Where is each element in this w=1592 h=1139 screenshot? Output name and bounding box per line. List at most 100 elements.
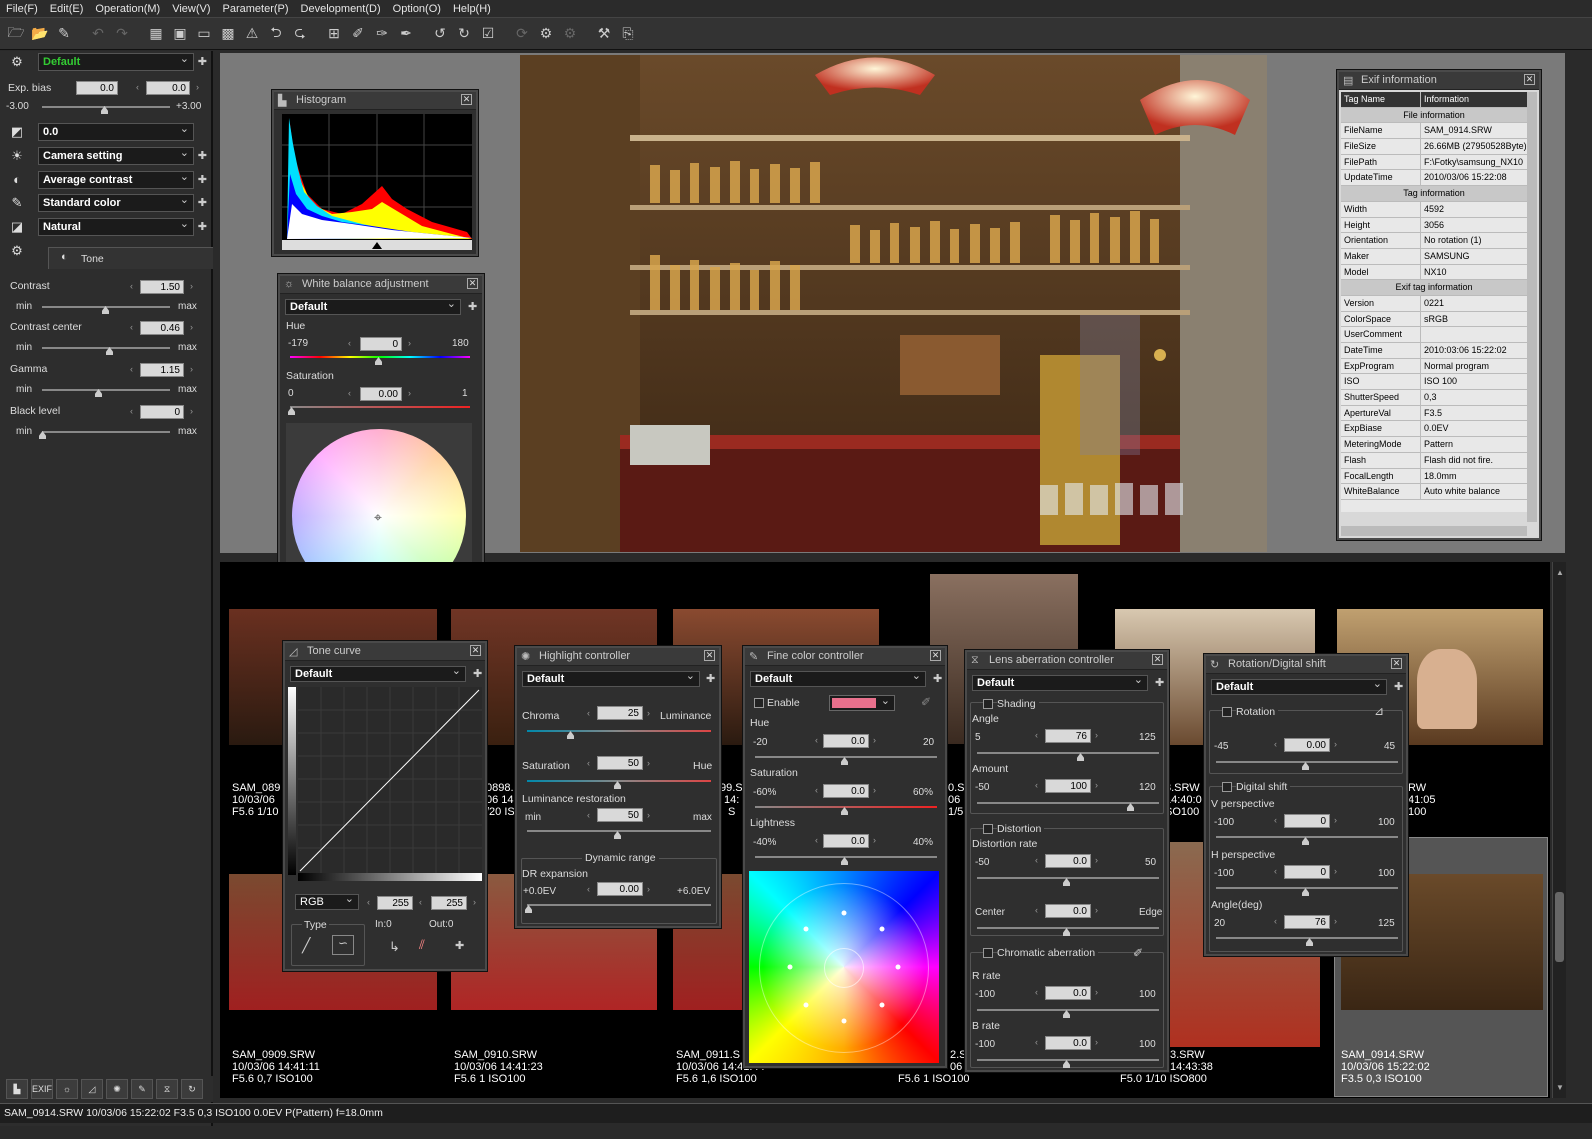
close-icon[interactable]: ✕ <box>930 650 941 661</box>
rot-slider[interactable] <box>1216 761 1398 763</box>
scroll-up-icon[interactable]: ▲ <box>1556 568 1564 577</box>
highlight-toggle-icon[interactable]: ✺ <box>106 1079 128 1099</box>
chroma-inc-icon[interactable]: › <box>647 708 650 718</box>
contrast-inc-icon[interactable]: › <box>190 281 193 291</box>
forward-icon[interactable]: ⮎ <box>289 23 311 45</box>
lens-preset-select[interactable]: Default <box>972 673 1148 691</box>
tone-curve-preset-select[interactable]: Default <box>290 664 466 682</box>
wb-toggle-icon[interactable]: ☼ <box>56 1079 78 1099</box>
exp-inc-icon[interactable]: › <box>196 82 199 92</box>
exif-row[interactable]: ShutterSpeed 0,3 <box>1341 390 1527 406</box>
exif-row[interactable]: Orientation No rotation (1) <box>1341 233 1527 249</box>
close-icon[interactable]: ✕ <box>461 94 472 105</box>
drate-slider[interactable] <box>977 877 1159 879</box>
rotation-toggle-icon[interactable]: ↻ <box>181 1079 203 1099</box>
exif-row[interactable]: ExpBiase 0.0EV <box>1341 421 1527 438</box>
wb-hue-dec-icon[interactable]: ‹ <box>348 338 351 348</box>
hp-slider[interactable] <box>1216 887 1398 889</box>
exif-row[interactable]: Maker SAMSUNG <box>1341 248 1527 265</box>
rot-add-icon[interactable]: ✚ <box>1394 680 1403 693</box>
ad-inc-icon[interactable]: › <box>1334 916 1337 926</box>
r-inc-icon[interactable]: › <box>1095 987 1098 997</box>
rotate-left-icon[interactable]: ↺ <box>429 23 451 45</box>
close-icon[interactable]: ✕ <box>1524 74 1535 85</box>
lens-toggle-icon[interactable]: ⧖ <box>156 1079 178 1099</box>
lum-slider[interactable] <box>527 830 711 832</box>
fine-color-preset-select[interactable]: Default <box>750 669 926 687</box>
dr-dec-icon[interactable]: ‹ <box>587 884 590 894</box>
menu-option[interactable]: Option(O) <box>387 3 447 15</box>
filmstrip-scrollbar[interactable]: ▲ ▼ <box>1552 562 1566 1098</box>
natural-select[interactable]: Natural <box>38 217 194 236</box>
curve-toggle-icon[interactable]: ◿ <box>81 1079 103 1099</box>
exif-row[interactable]: DateTime 2010:03:06 15:22:02 <box>1341 343 1527 359</box>
menu-operation[interactable]: Operation(M) <box>89 3 166 15</box>
tc-add-icon[interactable]: ✚ <box>473 667 482 680</box>
hl-sat-dec-icon[interactable]: ‹ <box>587 758 590 768</box>
undo-icon[interactable]: ↶ <box>87 23 109 45</box>
wb-hue-thumb[interactable] <box>375 357 382 365</box>
r-dec-icon[interactable]: ‹ <box>1035 987 1038 997</box>
exp-dec-icon[interactable]: ‹ <box>136 82 139 92</box>
wb-sat-inc-icon[interactable]: › <box>408 388 411 398</box>
add-contrast-icon[interactable]: ✚ <box>198 173 207 186</box>
hl-sat-inc-icon[interactable]: › <box>647 758 650 768</box>
crosshair-icon[interactable]: ⌖ <box>374 509 382 526</box>
fc-sat-slider[interactable] <box>755 806 937 808</box>
contrast-select[interactable]: Average contrast <box>38 170 194 189</box>
tool-icon[interactable]: ⚒ <box>593 23 615 45</box>
fc-hue-slider[interactable] <box>755 756 937 758</box>
histogram-toggle-icon[interactable]: ▙ <box>6 1079 28 1099</box>
dropper-icon[interactable]: ✐ <box>347 23 369 45</box>
amount-slider[interactable] <box>977 802 1159 804</box>
camera-setting-select[interactable]: Camera setting <box>38 146 194 165</box>
close-icon[interactable]: ✕ <box>1152 654 1163 665</box>
center-input[interactable]: 0.0 <box>1045 904 1091 918</box>
exif-row[interactable]: ColorSpace sRGB <box>1341 311 1527 328</box>
tone-select[interactable]: 0.0 <box>38 122 194 141</box>
ad-slider[interactable] <box>1216 937 1398 939</box>
wb-hue-slider[interactable] <box>290 356 470 358</box>
main-image[interactable] <box>520 55 1267 552</box>
center-slider[interactable] <box>977 927 1159 929</box>
angle-inc-icon[interactable]: › <box>1095 730 1098 740</box>
ad-dec-icon[interactable]: ‹ <box>1274 916 1277 926</box>
black-dec-icon[interactable]: ‹ <box>130 406 133 416</box>
cc-slider[interactable] <box>42 347 170 349</box>
black-inc-icon[interactable]: › <box>190 406 193 416</box>
auto-curve-icon[interactable]: ↳ <box>389 939 400 955</box>
menu-help[interactable]: Help(H) <box>447 3 497 15</box>
vp-inc-icon[interactable]: › <box>1334 815 1337 825</box>
b-input[interactable]: 0.0 <box>1045 1036 1091 1050</box>
wb-add-icon[interactable]: ✚ <box>468 300 477 313</box>
close-icon[interactable]: ✕ <box>467 278 478 289</box>
in-input[interactable]: 255 <box>377 896 413 910</box>
add-preset-icon[interactable]: ✚ <box>198 55 207 68</box>
rot-dec-icon[interactable]: ‹ <box>1274 739 1277 749</box>
check-icon[interactable]: ☑ <box>477 23 499 45</box>
gamma-dec-icon[interactable]: ‹ <box>130 364 133 374</box>
drate-input[interactable]: 0.0 <box>1045 854 1091 868</box>
cc-inc-icon[interactable]: › <box>190 322 193 332</box>
lum-inc-icon[interactable]: › <box>647 810 650 820</box>
exif-row[interactable]: Version 0221 <box>1341 295 1527 312</box>
menu-file[interactable]: File(F) <box>0 3 44 15</box>
b-dec-icon[interactable]: ‹ <box>1035 1037 1038 1047</box>
lens-add-icon[interactable]: ✚ <box>1155 676 1164 689</box>
fc-sat-input[interactable]: 0.0 <box>823 784 869 798</box>
menu-edit[interactable]: Edit(E) <box>44 3 90 15</box>
rotation-preset-select[interactable]: Default <box>1211 677 1387 695</box>
hl-sat-thumb[interactable] <box>614 781 621 789</box>
vp-slider[interactable] <box>1216 836 1398 838</box>
close-icon[interactable]: ✕ <box>1391 658 1402 669</box>
fine-color-wheel[interactable] <box>749 871 939 1063</box>
distortion-checkbox[interactable] <box>983 824 993 834</box>
hl-sat-input[interactable]: 50 <box>597 756 643 770</box>
fc-add-icon[interactable]: ✚ <box>933 672 942 685</box>
cc-dec-icon[interactable]: ‹ <box>130 322 133 332</box>
enable-checkbox[interactable] <box>754 698 764 708</box>
lum-dec-icon[interactable]: ‹ <box>587 810 590 820</box>
wb-preset-select[interactable]: Default <box>285 297 461 315</box>
rot-inc-icon[interactable]: › <box>1334 739 1337 749</box>
wb-sat-thumb[interactable] <box>288 407 295 415</box>
